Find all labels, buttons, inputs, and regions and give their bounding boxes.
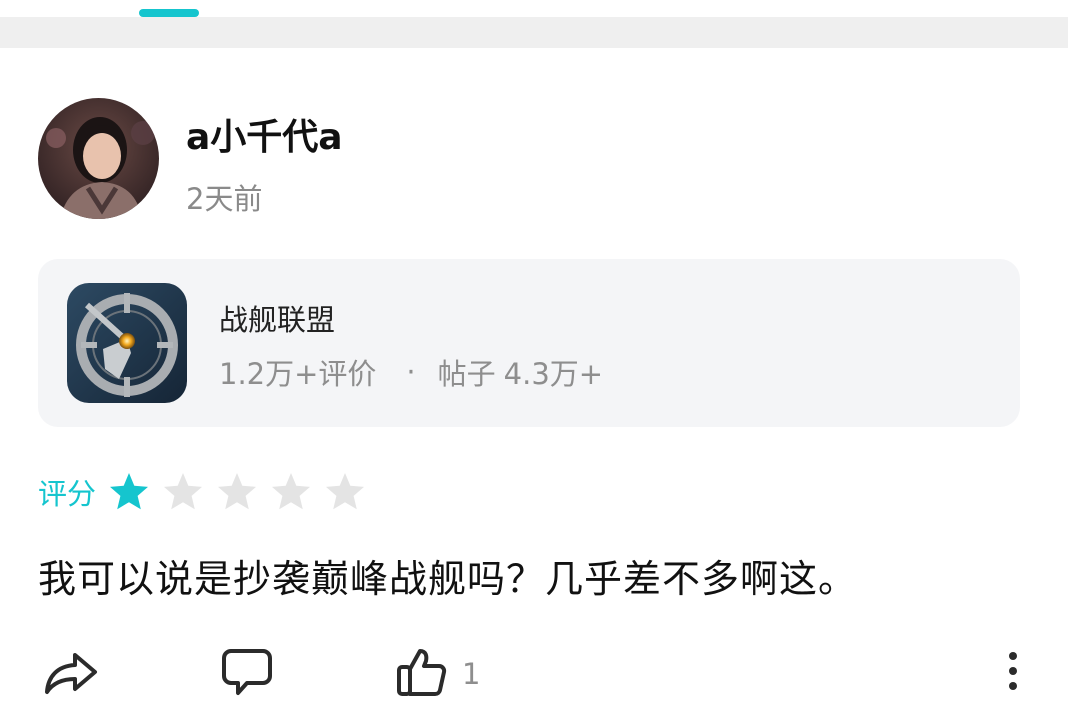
- username[interactable]: a小千代a: [186, 108, 343, 160]
- share-arrow-icon: [42, 647, 100, 701]
- review-text: 我可以说是抄袭巅峰战舰吗？几乎差不多啊这。: [38, 557, 858, 601]
- comment-button[interactable]: [221, 645, 273, 703]
- like-count: 1: [462, 657, 481, 691]
- star-empty-icon: [272, 473, 311, 510]
- comment-bubble-icon: [221, 646, 273, 702]
- game-posts-count: 4.3万+: [503, 357, 604, 391]
- game-card[interactable]: 战舰联盟 1.2万+评价 · 帖子 4.3万+: [38, 259, 1020, 427]
- game-app-icon[interactable]: [67, 283, 187, 403]
- share-button[interactable]: [42, 645, 100, 703]
- star-filled-icon: [110, 473, 149, 510]
- more-vertical-icon: [1007, 651, 1019, 695]
- game-stats: 1.2万+评价 · 帖子 4.3万+: [219, 351, 603, 393]
- section-divider: [0, 17, 1068, 48]
- star-empty-icon: [326, 473, 365, 510]
- rating-row: 评分: [38, 470, 378, 514]
- thumbs-up-icon: [396, 646, 448, 702]
- stats-separator: ·: [406, 355, 416, 389]
- rating-label: 评分: [38, 477, 97, 511]
- rating-stars: [108, 471, 378, 513]
- game-reviews-count: 1.2万+评价: [219, 357, 377, 391]
- avatar[interactable]: [38, 98, 159, 219]
- star-empty-icon: [218, 473, 257, 510]
- active-tab-indicator: [139, 9, 199, 17]
- post-timestamp: 2天前: [186, 182, 263, 216]
- like-button[interactable]: 1: [396, 645, 480, 703]
- game-posts-label: 帖子: [437, 357, 496, 391]
- game-name[interactable]: 战舰联盟: [219, 297, 335, 339]
- more-options-button[interactable]: [996, 648, 1030, 698]
- star-empty-icon: [164, 473, 203, 510]
